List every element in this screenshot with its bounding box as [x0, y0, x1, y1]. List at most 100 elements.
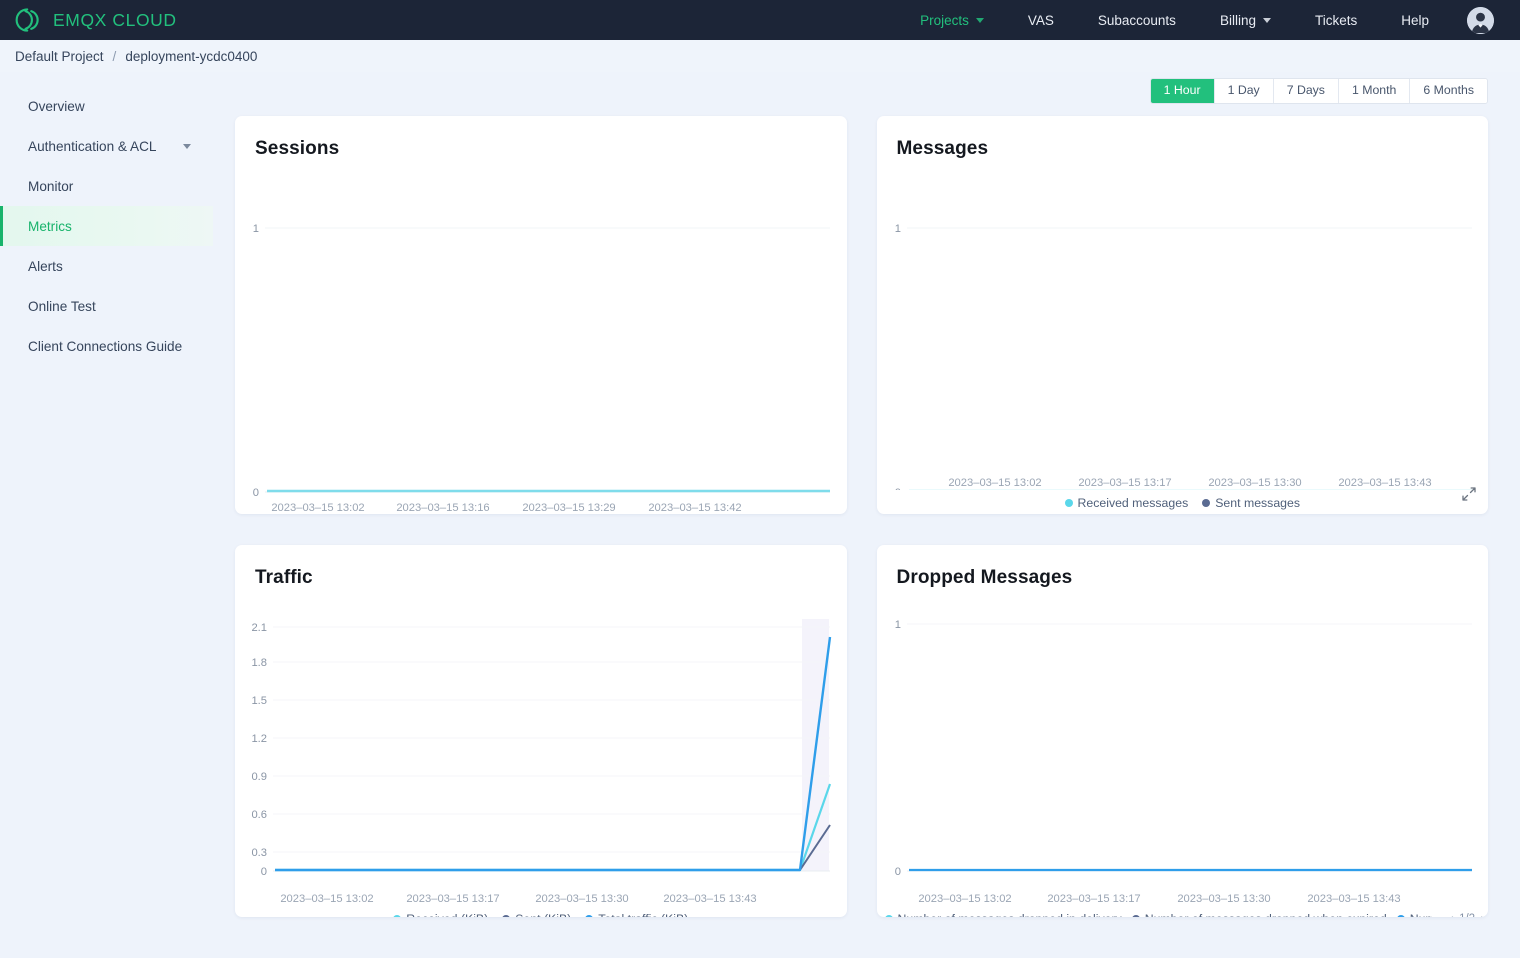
legend-item-dropped-truncated[interactable]: Number of m — [1396, 912, 1432, 917]
breadcrumb-project[interactable]: Default Project — [15, 49, 104, 64]
top-navbar: EMQX CLOUD Projects VAS Subaccounts Bill… — [0, 0, 1520, 40]
nav-item-tickets[interactable]: Tickets — [1293, 0, 1379, 40]
svg-text:2023–03–15 13:42: 2023–03–15 13:42 — [648, 502, 741, 514]
sidebar-item-label: Online Test — [28, 298, 96, 314]
svg-text:0: 0 — [261, 866, 267, 878]
card-messages: Messages 1 0 0 2023–03–15 13:02 2023–03–… — [876, 116, 1489, 514]
sidebar-item-client-connections-guide[interactable]: Client Connections Guide — [0, 326, 213, 366]
legend-color-dot — [884, 915, 893, 917]
svg-text:1: 1 — [894, 619, 900, 631]
sidebar-item-label: Overview — [28, 98, 85, 114]
svg-text:0.6: 0.6 — [251, 809, 267, 821]
breadcrumb: Default Project / deployment-ycdc0400 — [0, 40, 1520, 72]
time-range-1-month[interactable]: 1 Month — [1338, 79, 1411, 103]
legend-color-dot — [1064, 499, 1073, 507]
legend-traffic: Received (KiB) Sent (KiB) Total traffic … — [235, 910, 847, 917]
svg-text:2023–03–15 13:02: 2023–03–15 13:02 — [271, 502, 364, 514]
sidebar-item-online-test[interactable]: Online Test — [0, 286, 213, 326]
breadcrumb-separator: / — [112, 48, 117, 64]
svg-text:2023–03–15 13:02: 2023–03–15 13:02 — [280, 893, 373, 905]
emqx-logo-icon — [14, 6, 44, 34]
expand-diagonal-icon[interactable] — [1461, 486, 1477, 502]
card-traffic: Traffic 2.1 1.8 1.5 1.2 0.9 0.6 0.3 0 20… — [235, 545, 847, 917]
sidebar-item-label: Authentication & ACL — [28, 138, 157, 154]
card-title-sessions: Sessions — [255, 138, 340, 159]
svg-text:2023–03–15 13:17: 2023–03–15 13:17 — [1078, 477, 1171, 489]
legend-label: Number of messages dropped in delivery — [898, 912, 1122, 917]
nav-item-label: Billing — [1219, 12, 1256, 28]
chevron-down-icon — [975, 17, 984, 23]
nav-item-label: Help — [1401, 12, 1429, 28]
legend-page-indicator: 1/2 — [1459, 913, 1475, 917]
svg-text:2023–03–15 13:02: 2023–03–15 13:02 — [948, 477, 1041, 489]
sidebar-item-label: Metrics — [28, 218, 72, 234]
time-range-1-hour[interactable]: 1 Hour — [1150, 79, 1215, 103]
legend-item-sent-messages[interactable]: Sent messages — [1202, 496, 1300, 510]
card-dropped-messages: Dropped Messages 1 0 2023–03–15 13:02 20… — [876, 545, 1488, 918]
avatar[interactable] — [1451, 6, 1506, 34]
breadcrumb-deployment: deployment-ycdc0400 — [125, 48, 258, 64]
legend-label: Received (KiB) — [406, 912, 488, 917]
legend-label: Number of messages dropped when expired — [1145, 912, 1387, 917]
legend-item-received-kib[interactable]: Received (KiB) — [393, 912, 488, 917]
brand-logo-group[interactable]: EMQX CLOUD — [14, 6, 177, 34]
time-range-6-months[interactable]: 6 Months — [1410, 79, 1487, 103]
nav-item-billing[interactable]: Billing — [1198, 0, 1293, 40]
legend-label: Received messages — [1077, 496, 1189, 510]
svg-text:1: 1 — [894, 223, 900, 235]
nav-item-projects[interactable]: Projects — [898, 0, 1006, 40]
card-sessions: Sessions 1 0 2023–03–15 13:02 2023–03–15… — [235, 116, 847, 514]
nav-item-subaccounts[interactable]: Subaccounts — [1076, 0, 1198, 40]
chart-traffic[interactable]: 2.1 1.8 1.5 1.2 0.9 0.6 0.3 0 2023–03–15… — [235, 589, 847, 917]
time-range-bar: 1 Hour 1 Day 7 Days 1 Month 6 Months — [235, 72, 1488, 116]
svg-text:0: 0 — [253, 487, 259, 499]
legend-label: Sent messages — [1215, 496, 1300, 510]
chart-sessions[interactable]: 1 0 2023–03–15 13:02 2023–03–15 13:16 20… — [235, 160, 847, 514]
svg-text:2023–03–15 13:29: 2023–03–15 13:29 — [522, 502, 615, 514]
legend-item-sent-kib[interactable]: Sent (KiB) — [502, 912, 571, 917]
svg-text:2023–03–15 13:16: 2023–03–15 13:16 — [396, 502, 489, 514]
chart-messages[interactable]: 1 0 0 2023–03–15 13:02 2023–03–15 13:17 … — [877, 160, 1489, 510]
legend-label: Total traffic (KiB) — [598, 912, 688, 917]
svg-text:2023–03–15 13:43: 2023–03–15 13:43 — [1338, 477, 1431, 489]
sidebar-item-monitor[interactable]: Monitor — [0, 166, 213, 206]
user-avatar-icon — [1467, 6, 1494, 34]
sidebar-item-metrics[interactable]: Metrics — [0, 206, 213, 246]
card-title-messages: Messages — [896, 138, 989, 159]
legend-item-total-traffic-kib[interactable]: Total traffic (KiB) — [585, 912, 688, 917]
nav-item-label: Tickets — [1314, 12, 1358, 28]
sidebar-item-label: Client Connections Guide — [28, 338, 183, 354]
legend-dropped-messages: Number of messages dropped in delivery N… — [877, 910, 1488, 918]
legend-color-dot — [393, 915, 402, 917]
sidebar-item-label: Monitor — [28, 178, 74, 194]
chevron-down-icon — [183, 143, 191, 149]
legend-item-dropped-in-delivery[interactable]: Number of messages dropped in delivery — [884, 912, 1122, 917]
card-title-dropped-messages: Dropped Messages — [896, 567, 1073, 588]
svg-text:1.5: 1.5 — [251, 695, 267, 707]
sidebar-item-overview[interactable]: Overview — [0, 86, 213, 126]
time-range-1-day[interactable]: 1 Day — [1214, 79, 1274, 103]
legend-label: Sent (KiB) — [515, 912, 571, 917]
legend-prev-arrow[interactable]: ◀ — [1446, 914, 1453, 918]
legend-label: Number of m — [1410, 912, 1432, 917]
nav-item-help[interactable]: Help — [1379, 0, 1451, 40]
legend-color-dot — [585, 915, 594, 917]
legend-color-dot — [1202, 499, 1211, 507]
chart-dropped-messages[interactable]: 1 0 2023–03–15 13:02 2023–03–15 13:17 20… — [877, 589, 1488, 918]
sidebar-item-authentication-acl[interactable]: Authentication & ACL — [0, 126, 213, 166]
svg-text:2023–03–15 13:30: 2023–03–15 13:30 — [1177, 893, 1270, 905]
svg-text:0.9: 0.9 — [251, 771, 267, 783]
card-title-traffic: Traffic — [255, 567, 313, 588]
legend-item-received-messages[interactable]: Received messages — [1064, 496, 1189, 510]
metrics-grid: Sessions 1 0 2023–03–15 13:02 2023–03–15… — [235, 116, 1488, 917]
nav-item-vas[interactable]: VAS — [1006, 0, 1076, 40]
time-range-7-days[interactable]: 7 Days — [1273, 79, 1339, 103]
brand-name: EMQX CLOUD — [53, 9, 177, 30]
legend-next-arrow[interactable]: ▶ — [1481, 914, 1488, 918]
chevron-down-icon — [1262, 17, 1271, 23]
nav-item-label: Projects — [920, 12, 969, 28]
svg-text:2023–03–15 13:30: 2023–03–15 13:30 — [535, 893, 628, 905]
sidebar-item-alerts[interactable]: Alerts — [0, 246, 213, 286]
legend-item-dropped-when-expired[interactable]: Number of messages dropped when expired — [1131, 912, 1387, 917]
legend-color-dot — [1396, 915, 1405, 917]
